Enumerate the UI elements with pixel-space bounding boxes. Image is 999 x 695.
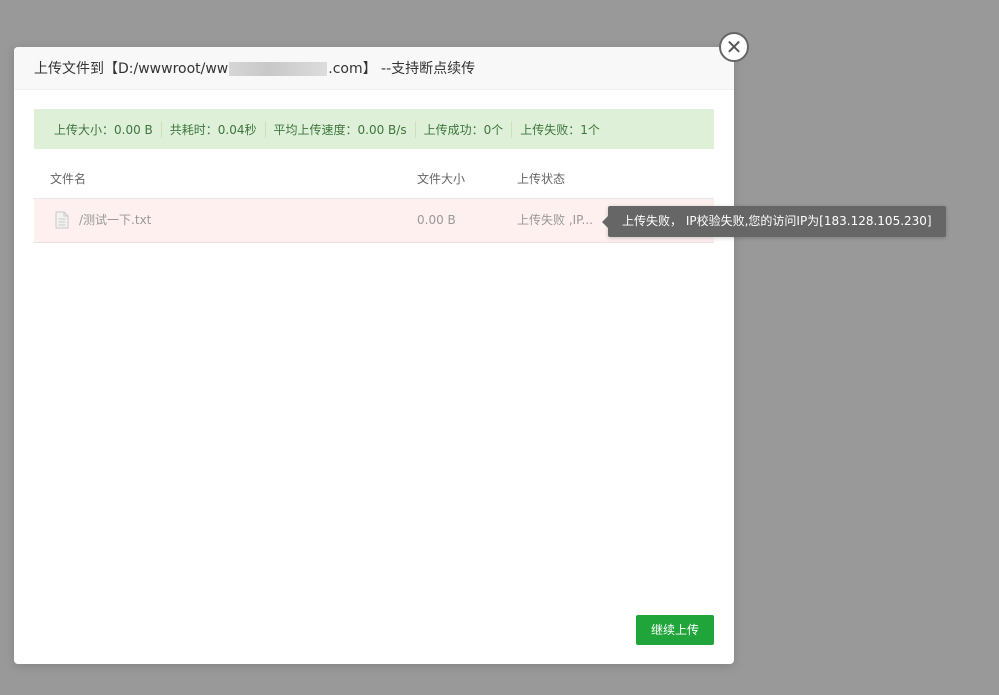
- header-filename: 文件名: [50, 172, 87, 186]
- error-tooltip: 上传失败， IP校验失败,您的访问IP为[183.128.105.230]: [602, 206, 946, 237]
- upload-dialog: 上传文件到【D:/wwwroot/ww .com】 --支持断点续传 上传大小：0…: [14, 47, 734, 664]
- dialog-title-suffix: .com】 --支持断点续传: [328, 61, 476, 77]
- file-size: 0.00 B: [417, 213, 456, 227]
- continue-upload-button[interactable]: 继续上传: [636, 615, 714, 645]
- upload-stats-bar: 上传大小：0.00 B 共耗时：0.04秒 平均上传速度：0.00 B/s 上传…: [34, 109, 714, 149]
- header-status: 上传状态: [517, 172, 566, 186]
- file-table-header: 文件名 文件大小 上传状态: [34, 161, 714, 199]
- file-name: /测试一下.txt: [79, 213, 152, 227]
- masked-domain: [229, 62, 328, 76]
- close-dialog-button[interactable]: ✕: [719, 32, 749, 62]
- stat-failed: 上传失败：1个: [520, 122, 600, 137]
- close-icon: ✕: [725, 35, 743, 59]
- dialog-header: 上传文件到【D:/wwwroot/ww .com】 --支持断点续传: [14, 47, 734, 90]
- dialog-title: 上传文件到【D:/wwwroot/ww .com】 --支持断点续传: [34, 58, 475, 78]
- file-status[interactable]: 上传失败 ,IP...: [517, 199, 593, 242]
- file-icon: [55, 211, 69, 229]
- stat-time-used: 共耗时：0.04秒: [170, 120, 266, 138]
- header-filesize: 文件大小: [417, 172, 466, 186]
- stat-avg-speed: 平均上传速度：0.00 B/s: [274, 120, 416, 138]
- stat-upload-size: 上传大小：0.00 B: [54, 120, 162, 138]
- stat-success: 上传成功：0个: [424, 120, 513, 138]
- dialog-title-prefix: 上传文件到【D:/wwwroot/ww: [34, 61, 229, 77]
